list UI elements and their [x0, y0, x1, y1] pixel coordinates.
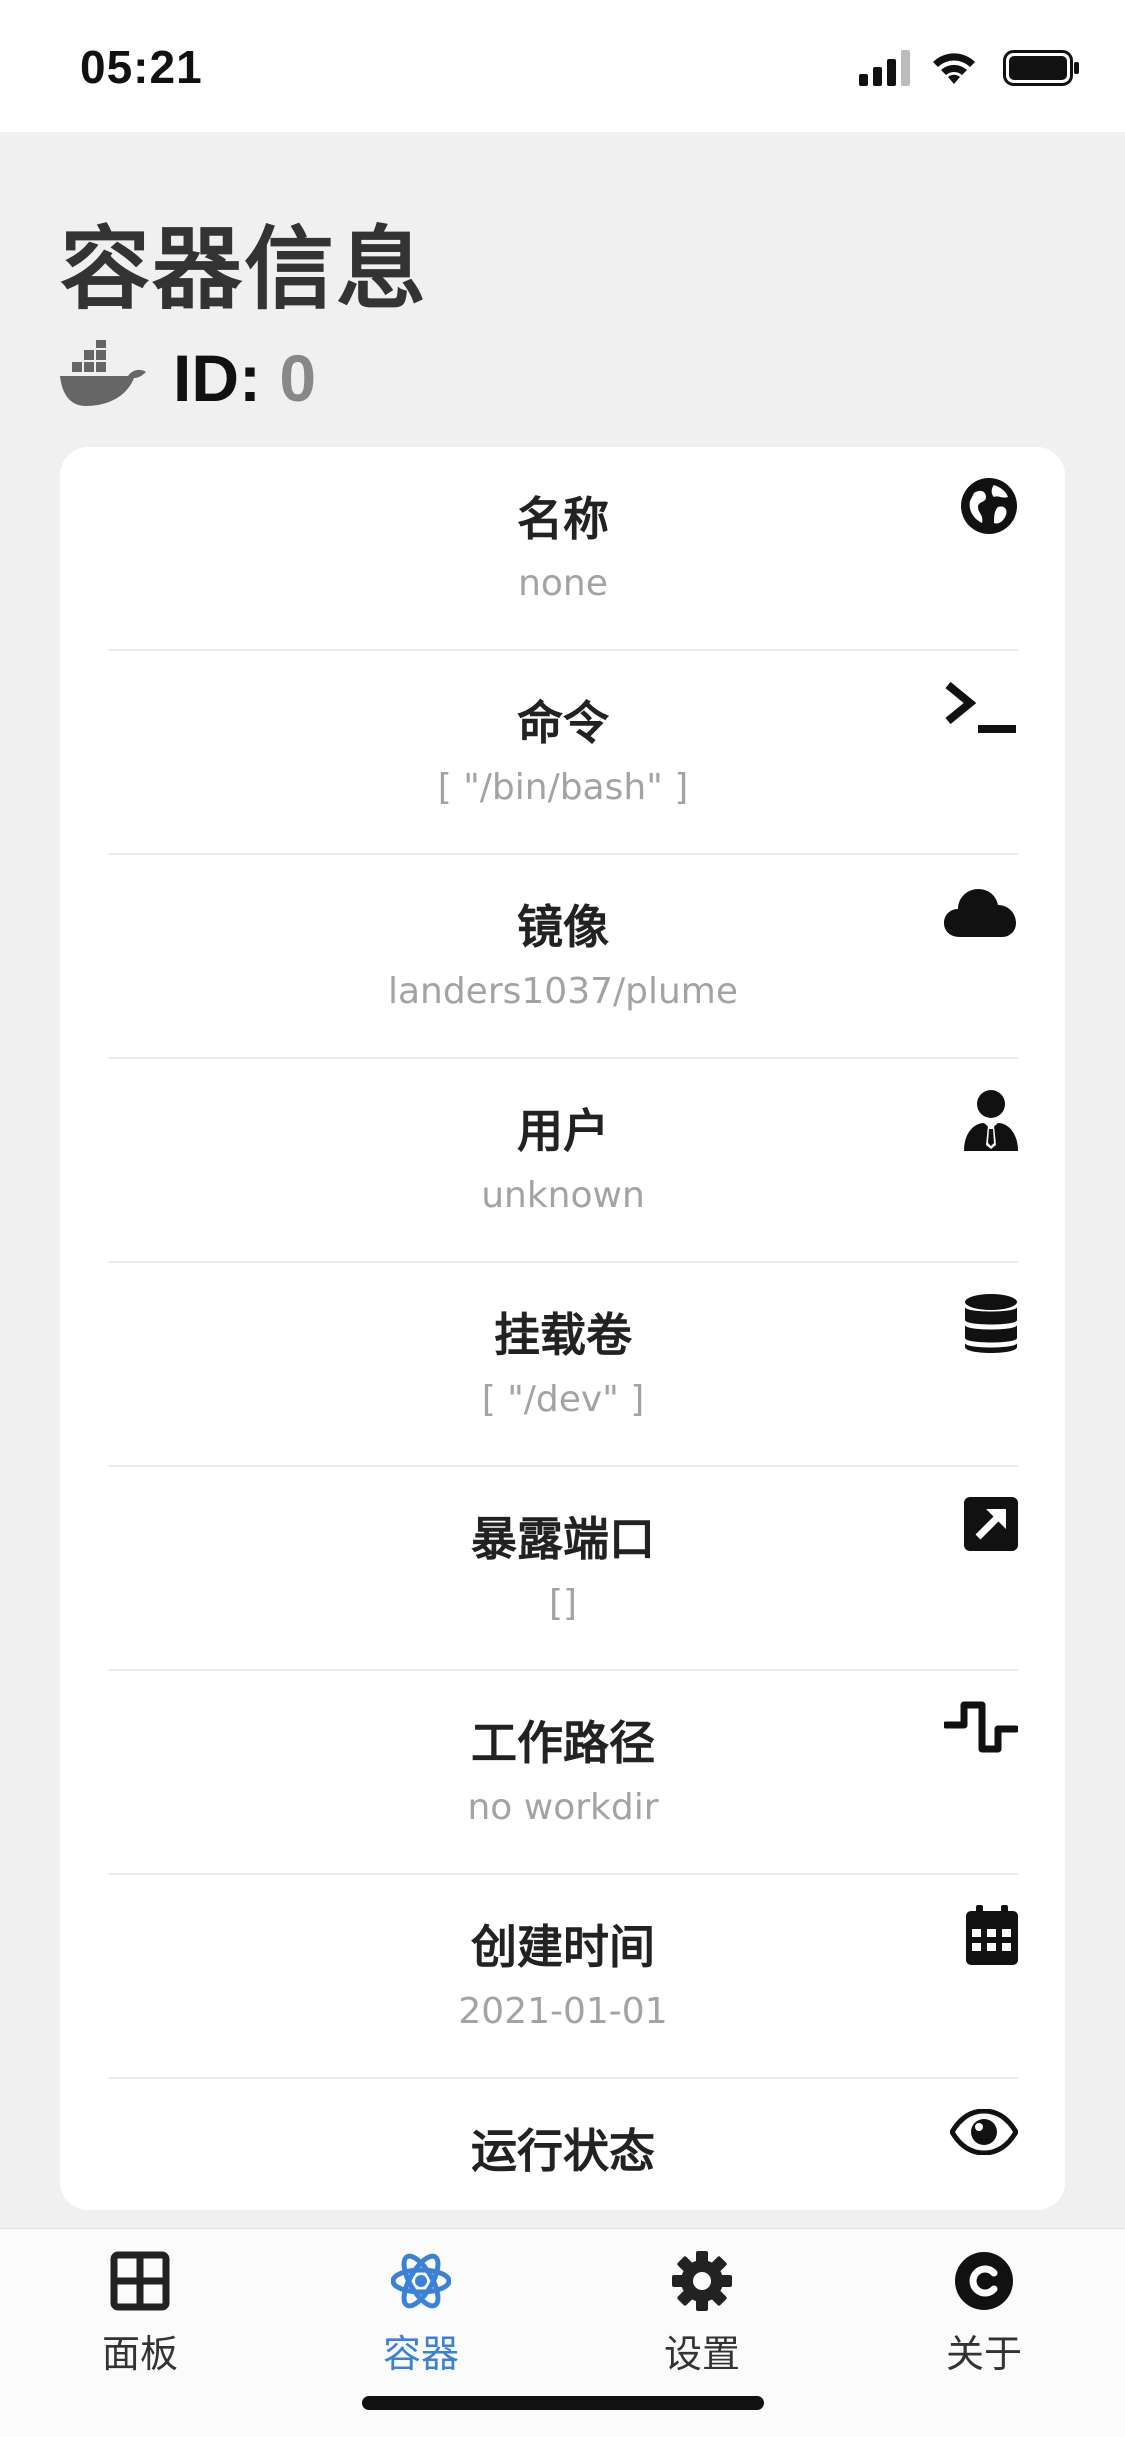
- gear-icon: [672, 2251, 732, 2311]
- docker-icon: [60, 340, 146, 406]
- copyright-icon: [955, 2252, 1013, 2310]
- eye-icon: [950, 2109, 1018, 2155]
- database-icon: [965, 1294, 1017, 1353]
- field-label: 工作路径: [471, 1716, 655, 1770]
- field-value: unknown: [481, 1175, 645, 1216]
- globe-icon: [961, 478, 1017, 534]
- field-label: 暴露端口: [471, 1512, 655, 1566]
- field-value: [ "/dev" ]: [481, 1379, 645, 1420]
- field-label: 运行状态: [471, 2124, 655, 2178]
- field-label: 命令: [517, 696, 609, 750]
- field-row-user[interactable]: 用户 unknown: [108, 1059, 1018, 1263]
- id-label: ID:: [173, 341, 261, 415]
- wave-icon: [944, 1701, 1018, 1753]
- field-row-created[interactable]: 创建时间 2021-01-01: [108, 1875, 1018, 2079]
- tab-label: 设置: [663, 2332, 740, 2376]
- atom-icon: [391, 2253, 451, 2309]
- battery-icon: [1003, 50, 1079, 86]
- container-id: ID: 0: [173, 340, 316, 416]
- field-row-image[interactable]: 镜像 landers1037/plume: [108, 855, 1018, 1059]
- status-time: 05:21: [80, 41, 203, 93]
- terminal-icon: [945, 681, 1016, 733]
- field-value: []: [548, 1583, 578, 1624]
- tab-label: 容器: [382, 2332, 459, 2376]
- cloud-icon: [944, 889, 1016, 937]
- signal-icon: [859, 50, 910, 86]
- field-value: [ "/bin/bash" ]: [437, 767, 689, 808]
- field-label: 创建时间: [471, 1920, 655, 1974]
- field-label: 用户: [517, 1104, 609, 1158]
- wifi-icon: [933, 53, 975, 84]
- field-row-ports[interactable]: 暴露端口 []: [108, 1467, 1018, 1671]
- field-row-workdir[interactable]: 工作路径 no workdir: [108, 1671, 1018, 1875]
- field-row-name[interactable]: 名称 none: [108, 447, 1018, 651]
- external-link-icon: [964, 1497, 1018, 1551]
- user-tie-icon: [964, 1090, 1018, 1151]
- field-label: 镜像: [517, 900, 609, 954]
- field-label: 名称: [517, 492, 609, 546]
- status-bar: 05:21: [0, 0, 1125, 132]
- field-value: no workdir: [467, 1787, 659, 1828]
- tab-dashboard[interactable]: 面板: [40, 2249, 240, 2389]
- field-row-command[interactable]: 命令 [ "/bin/bash" ]: [108, 651, 1018, 855]
- tab-containers[interactable]: 容器: [321, 2249, 521, 2389]
- field-row-volumes[interactable]: 挂载卷 [ "/dev" ]: [108, 1263, 1018, 1467]
- field-value: 2021-01-01: [458, 1991, 668, 2032]
- field-value: landers1037/plume: [387, 971, 739, 1012]
- tab-label: 面板: [101, 2332, 178, 2376]
- page-title: 容器信息: [60, 217, 428, 322]
- grid-icon: [110, 2251, 170, 2311]
- tab-label: 关于: [945, 2332, 1022, 2376]
- field-row-status[interactable]: 运行状态: [108, 2079, 1018, 2210]
- calendar-icon: [966, 1905, 1018, 1965]
- home-indicator[interactable]: [362, 2396, 764, 2410]
- id-value: 0: [279, 341, 317, 415]
- field-label: 挂载卷: [494, 1308, 632, 1362]
- field-value: none: [518, 563, 608, 604]
- tab-settings[interactable]: 设置: [602, 2249, 802, 2389]
- container-info-card: 名称 none 命令 [ "/bin/bash" ] 镜像 landers103…: [60, 447, 1065, 2210]
- tab-about[interactable]: 关于: [884, 2249, 1084, 2389]
